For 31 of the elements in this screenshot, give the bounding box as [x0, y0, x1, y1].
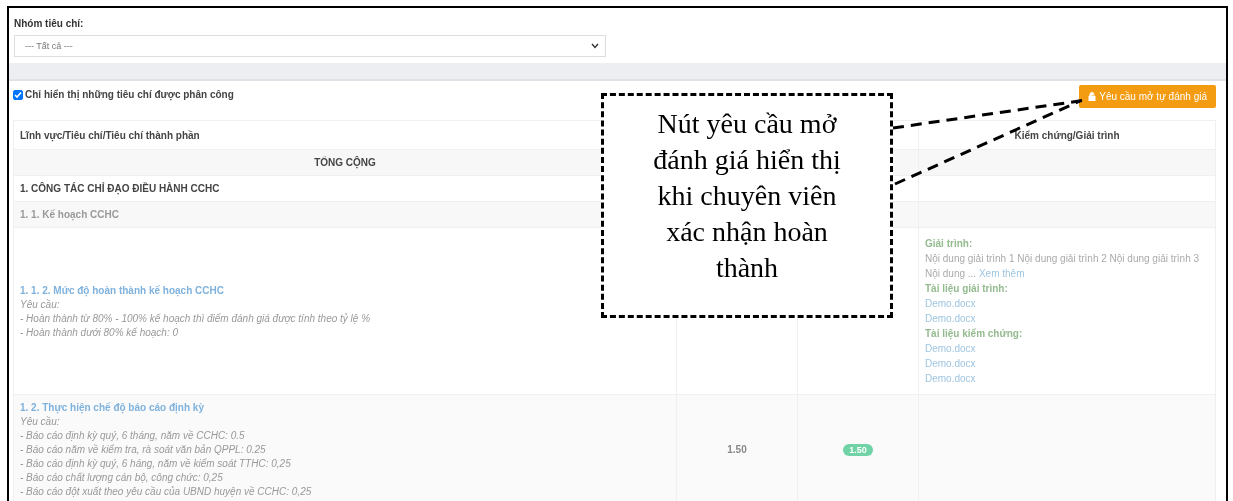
requirement-line: - Báo cáo định kỳ quý, 6 háng, năm về kiểm soát TTHC: 0,25 [20, 457, 291, 471]
criterion-title[interactable]: 1. 2. Thực hiện chế độ báo cáo định kỳ [20, 400, 204, 415]
document-link[interactable]: Demo.docx [925, 296, 976, 311]
explanation-label: Giải trình: [925, 237, 974, 251]
column-header: Kiểm chứng/Giải trình [918, 120, 1216, 150]
document-link[interactable]: Demo.docx [925, 311, 976, 326]
explanation-text: Nội dung giải trình 1 Nội dung giải trình 2 Nội dung giải trình 3 Nội dung ... Xem thêm [925, 252, 1201, 281]
lock-icon [1088, 92, 1097, 101]
requirement-line: - Báo cáo đột xuất theo yêu cầu của UBND huyện về CCHC: 0,25 [20, 485, 312, 499]
requirement-line: - Hoàn thành dưới 80% kế hoạch: 0 [20, 325, 179, 340]
requirement-label: Yêu cầu: [20, 415, 60, 429]
requirement-label: Yêu cầu: [20, 297, 60, 312]
requirement-line: - Báo cáo chất lượng cán bộ, công chức: 0,25 [20, 471, 223, 485]
score-badge: 1.50 [843, 443, 873, 456]
document-link[interactable]: Demo.docx [925, 341, 976, 356]
criteria-group-select[interactable]: --- Tất cả --- [14, 35, 606, 57]
score-value: 1.50 [727, 444, 747, 455]
chevron-down-icon [591, 43, 599, 49]
checkbox-label: Chỉ hiển thị những tiêu chí được phân công [25, 89, 234, 100]
documents-label: Tài liệu giải trình: [925, 282, 1009, 296]
checkbox[interactable] [13, 89, 23, 100]
request-reopen-button[interactable]: Yêu cầu mở tự đánh giá [1079, 85, 1216, 108]
requirement-line: - Báo cáo năm về kiểm tra, rà soát văn bản QPPL: 0.25 [20, 443, 266, 457]
criterion-title[interactable]: 1. 1. 2. Mức độ hoàn thành kế hoạch CCHC [20, 282, 224, 298]
see-more-link[interactable]: Xem thêm [978, 268, 1025, 279]
requirement-line: - Báo cáo định kỳ quý, 6 tháng, năm về CCHC: 0.5 [20, 429, 245, 443]
document-link[interactable]: Demo.docx [925, 356, 976, 371]
field-label: Nhóm tiêu chí: [14, 18, 84, 29]
document-link[interactable]: Demo.docx [925, 371, 976, 386]
evidence-label: Tài liệu kiểm chứng: [925, 327, 1024, 341]
requirement-line: - Hoàn thành từ 80% - 100% kế hoạch thì điểm đánh giá được tính theo tỷ lệ % [20, 311, 371, 326]
